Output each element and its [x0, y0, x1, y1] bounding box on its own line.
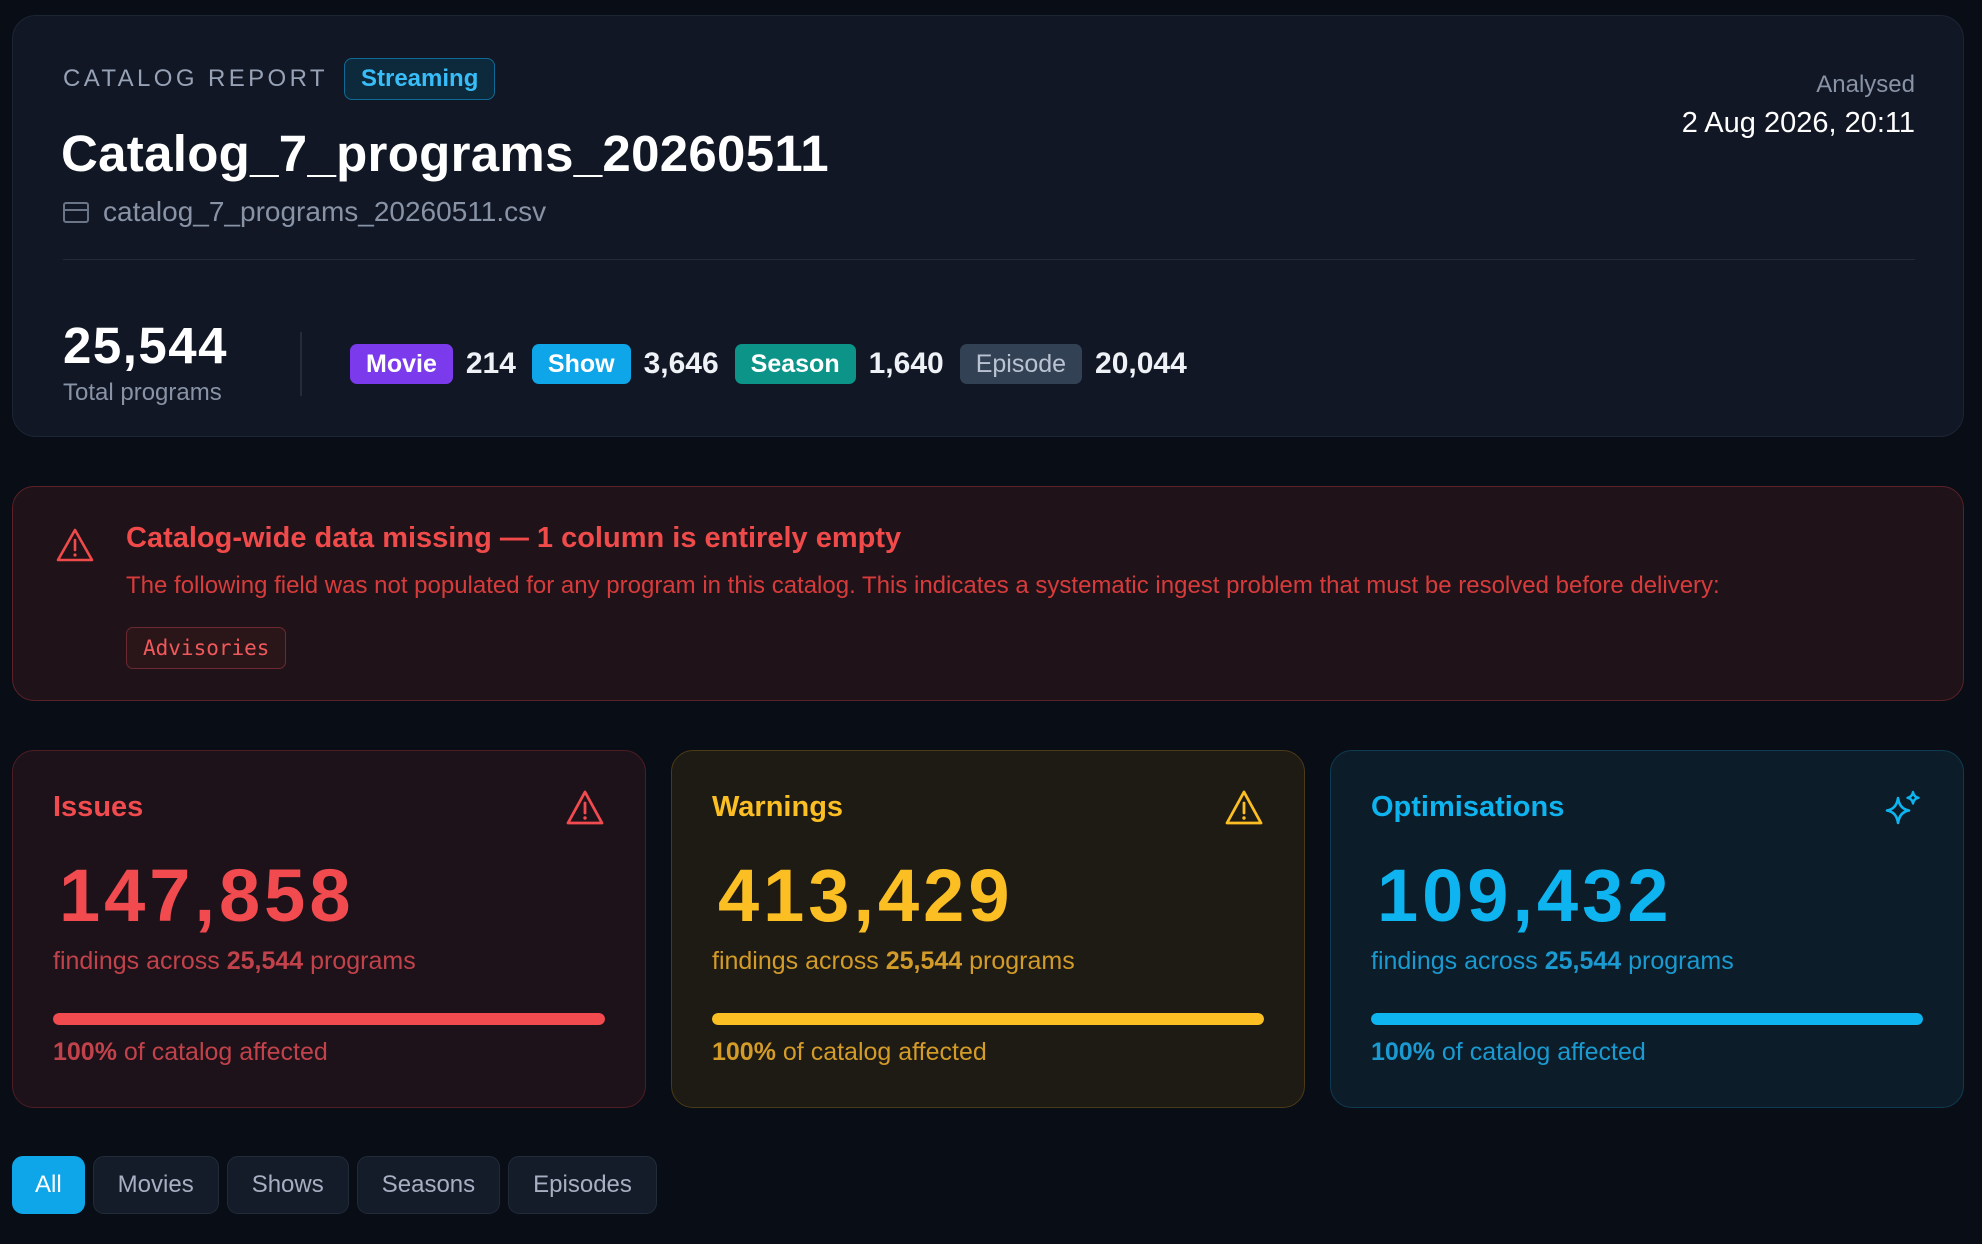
page-title: Catalog_7_programs_20260511: [61, 125, 829, 182]
alert-title: Catalog-wide data missing — 1 column is …: [126, 522, 902, 554]
tab-seasons[interactable]: Seasons: [356, 1156, 501, 1214]
warning-triangle-icon: [566, 790, 604, 825]
optimisations-foot-suffix: of catalog affected: [1434, 1038, 1646, 1066]
total-programs-value: 25,544: [63, 317, 228, 374]
report-eyebrow: CATALOG REPORT: [63, 65, 328, 92]
type-count-episode: 20,044: [1095, 347, 1187, 380]
optimisations-progress-fill: [1371, 1013, 1923, 1025]
warnings-progress-bar: [712, 1013, 1264, 1025]
header-divider: [63, 259, 1915, 260]
optimisations-subtitle: findings across 25,544 programs: [1371, 947, 1734, 976]
program-type-breakdown: Movie 214 Show 3,646 Season 1,640 Episod…: [350, 344, 1203, 384]
issues-subtitle: findings across 25,544 programs: [53, 947, 416, 976]
optimisations-sub-suffix: programs: [1621, 947, 1734, 975]
optimisations-card[interactable]: Optimisations 109,432 findings across 25…: [1330, 750, 1964, 1108]
warnings-foot-suffix: of catalog affected: [775, 1038, 987, 1066]
summary-separator: [300, 332, 302, 396]
report-header-card: CATALOG REPORT Streaming Catalog_7_progr…: [12, 15, 1964, 437]
optimisations-title: Optimisations: [1371, 791, 1565, 823]
issues-card[interactable]: Issues 147,858 findings across 25,544 pr…: [12, 750, 646, 1108]
warnings-card[interactable]: Warnings 413,429 findings across 25,544 …: [671, 750, 1305, 1108]
program-type-tabs: All Movies Shows Seasons Episodes: [12, 1156, 657, 1214]
warnings-footer: 100% of catalog affected: [712, 1038, 987, 1067]
issues-title: Issues: [53, 791, 144, 823]
missing-column-chip: Advisories: [126, 627, 287, 669]
warnings-sub-count: 25,544: [885, 947, 963, 975]
warnings-sub-prefix: findings across: [712, 947, 886, 975]
tab-movies[interactable]: Movies: [92, 1156, 219, 1214]
issues-progress-bar: [53, 1013, 605, 1025]
optimisations-percent: 100%: [1371, 1038, 1435, 1066]
sparkles-icon: [1885, 790, 1920, 825]
source-file: catalog_7_programs_20260511.csv: [63, 196, 546, 228]
total-programs-label: Total programs: [63, 379, 222, 406]
issues-sub-prefix: findings across: [53, 947, 227, 975]
warning-triangle-icon: [1225, 790, 1263, 825]
eyebrow-row: CATALOG REPORT Streaming: [63, 58, 496, 100]
alert-description: The following field was not populated fo…: [126, 572, 1720, 599]
tab-episodes[interactable]: Episodes: [508, 1156, 657, 1214]
issues-sub-count: 25,544: [226, 947, 304, 975]
optimisations-footer: 100% of catalog affected: [1371, 1038, 1646, 1067]
warnings-title: Warnings: [712, 791, 844, 823]
total-programs: 25,544 Total programs: [63, 316, 228, 407]
tab-all[interactable]: All: [12, 1156, 85, 1214]
optimisations-sub-count: 25,544: [1544, 947, 1622, 975]
warnings-subtitle: findings across 25,544 programs: [712, 947, 1075, 976]
type-count-show: 3,646: [643, 347, 719, 380]
analysed-label: Analysed: [1816, 71, 1915, 98]
warnings-count: 413,429: [718, 854, 1014, 937]
type-badge-season: Season: [734, 344, 856, 384]
missing-data-alert: Catalog-wide data missing — 1 column is …: [12, 486, 1964, 701]
file-name: catalog_7_programs_20260511.csv: [103, 196, 547, 227]
catalog-report-page: CATALOG REPORT Streaming Catalog_7_progr…: [0, 0, 1982, 1244]
optimisations-count: 109,432: [1377, 854, 1673, 937]
warning-triangle-icon: [56, 528, 94, 562]
optimisations-sub-prefix: findings across: [1371, 947, 1545, 975]
warnings-sub-suffix: programs: [962, 947, 1075, 975]
issues-progress-fill: [53, 1013, 605, 1025]
analysed-value: 2 Aug 2026, 20:11: [1681, 107, 1915, 139]
file-icon: [63, 201, 89, 223]
type-count-movie: 214: [465, 347, 516, 380]
issues-footer: 100% of catalog affected: [53, 1038, 328, 1067]
tab-shows[interactable]: Shows: [226, 1156, 349, 1214]
analysed-timestamp: Analysed 2 Aug 2026, 20:11: [1682, 71, 1915, 140]
type-badge-show: Show: [531, 344, 631, 384]
type-badge-movie: Movie: [350, 344, 453, 384]
issues-count: 147,858: [59, 854, 355, 937]
streaming-badge: Streaming: [343, 58, 496, 100]
warnings-progress-fill: [712, 1013, 1264, 1025]
warnings-percent: 100%: [712, 1038, 776, 1066]
issues-foot-suffix: of catalog affected: [116, 1038, 328, 1066]
issues-sub-suffix: programs: [303, 947, 416, 975]
type-badge-episode: Episode: [959, 344, 1083, 384]
issues-percent: 100%: [53, 1038, 117, 1066]
optimisations-progress-bar: [1371, 1013, 1923, 1025]
type-count-season: 1,640: [868, 347, 944, 380]
